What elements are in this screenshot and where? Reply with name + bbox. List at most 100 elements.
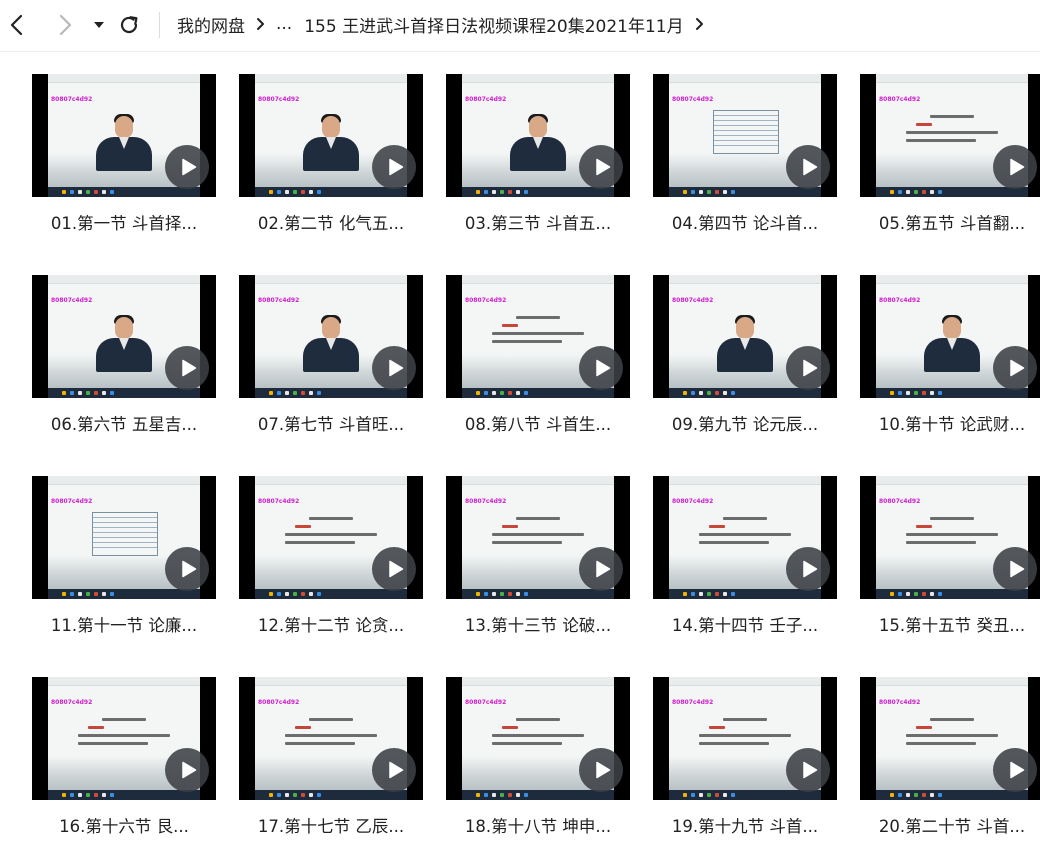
video-title[interactable]: 13.第十三节 论破... <box>446 612 630 636</box>
watermark-text: 80807c4d92 <box>51 297 93 304</box>
watermark-text: 80807c4d92 <box>672 96 714 103</box>
play-button[interactable] <box>579 145 623 189</box>
play-button[interactable] <box>786 547 830 591</box>
presenter <box>96 315 152 377</box>
video-title[interactable]: 14.第十四节 壬子... <box>653 612 837 636</box>
play-icon <box>389 560 404 578</box>
watermark-text: 80807c4d92 <box>672 498 714 505</box>
play-icon <box>1010 158 1025 176</box>
video-title[interactable]: 15.第十五节 癸丑... <box>860 612 1040 636</box>
video-title[interactable]: 08.第八节 斗首生... <box>446 411 630 435</box>
video-thumbnail[interactable]: 80807c4d92 <box>32 476 216 599</box>
breadcrumb-ellipsis[interactable]: ... <box>276 14 292 34</box>
video-title[interactable]: 16.第十六节 艮... <box>32 813 216 837</box>
video-thumbnail[interactable]: 80807c4d92 <box>446 476 630 599</box>
play-button[interactable] <box>993 748 1037 792</box>
video-thumbnail[interactable]: 80807c4d92 <box>860 74 1040 197</box>
video-title[interactable]: 20.第二十节 斗首... <box>860 813 1040 837</box>
play-icon <box>389 761 404 779</box>
watermark-text: 80807c4d92 <box>465 498 507 505</box>
play-button[interactable] <box>786 346 830 390</box>
video-thumbnail[interactable]: 80807c4d92 <box>239 74 423 197</box>
video-thumbnail[interactable]: 80807c4d92 <box>446 677 630 800</box>
presenter <box>96 114 152 176</box>
video-thumbnail[interactable]: 80807c4d92 <box>32 275 216 398</box>
video-title[interactable]: 12.第十二节 论贪... <box>239 612 423 636</box>
video-title[interactable]: 05.第五节 斗首翻... <box>860 210 1040 234</box>
play-icon <box>596 761 611 779</box>
toolbar-divider <box>159 12 160 38</box>
video-thumbnail[interactable]: 80807c4d92 <box>860 476 1040 599</box>
video-title[interactable]: 02.第二节 化气五... <box>239 210 423 234</box>
video-title[interactable]: 04.第四节 论斗首... <box>653 210 837 234</box>
breadcrumb-root[interactable]: 我的网盘 <box>177 12 245 37</box>
video-thumbnail[interactable]: 80807c4d92 <box>653 476 837 599</box>
video-thumbnail[interactable]: 80807c4d92 <box>446 275 630 398</box>
video-title[interactable]: 09.第九节 论元辰... <box>653 411 837 435</box>
play-icon <box>182 158 197 176</box>
play-button[interactable] <box>993 346 1037 390</box>
back-button[interactable] <box>0 8 34 42</box>
play-button[interactable] <box>372 346 416 390</box>
play-button[interactable] <box>579 547 623 591</box>
video-thumbnail[interactable]: 80807c4d92 <box>653 275 837 398</box>
play-button[interactable] <box>993 547 1037 591</box>
video-thumbnail[interactable]: 80807c4d92 <box>653 677 837 800</box>
dropdown-triangle-icon <box>94 22 104 28</box>
presenter <box>924 315 980 377</box>
video-thumbnail[interactable]: 80807c4d92 <box>239 275 423 398</box>
play-icon <box>803 359 818 377</box>
video-thumbnail[interactable]: 80807c4d92 <box>860 275 1040 398</box>
play-icon <box>389 158 404 176</box>
history-dropdown-button[interactable] <box>82 8 116 42</box>
watermark-text: 80807c4d92 <box>465 297 507 304</box>
play-button[interactable] <box>372 547 416 591</box>
video-title[interactable]: 19.第十九节 斗首... <box>653 813 837 837</box>
video-thumbnail[interactable]: 80807c4d92 <box>860 677 1040 800</box>
video-thumbnail[interactable]: 80807c4d92 <box>32 74 216 197</box>
video-title[interactable]: 10.第十节 论武财... <box>860 411 1040 435</box>
back-arrow-icon <box>10 14 23 36</box>
forward-button[interactable] <box>48 8 82 42</box>
watermark-text: 80807c4d92 <box>51 498 93 505</box>
watermark-text: 80807c4d92 <box>465 699 507 706</box>
video-title[interactable]: 17.第十七节 乙辰... <box>239 813 423 837</box>
refresh-button[interactable] <box>112 8 146 42</box>
play-button[interactable] <box>786 748 830 792</box>
play-icon <box>1010 560 1025 578</box>
play-icon <box>182 359 197 377</box>
video-title[interactable]: 18.第十八节 坤申... <box>446 813 630 837</box>
play-button[interactable] <box>165 748 209 792</box>
play-button[interactable] <box>579 748 623 792</box>
video-title[interactable]: 01.第一节 斗首择... <box>32 210 216 234</box>
video-title[interactable]: 03.第三节 斗首五... <box>446 210 630 234</box>
watermark-text: 80807c4d92 <box>879 297 921 304</box>
play-button[interactable] <box>165 145 209 189</box>
play-icon <box>182 761 197 779</box>
chevron-right-icon[interactable] <box>695 17 704 31</box>
play-button[interactable] <box>165 346 209 390</box>
play-button[interactable] <box>372 145 416 189</box>
presenter <box>510 114 566 176</box>
video-title[interactable]: 11.第十一节 论廉... <box>32 612 216 636</box>
video-thumbnail[interactable]: 80807c4d92 <box>653 74 837 197</box>
presenter <box>303 315 359 377</box>
watermark-text: 80807c4d92 <box>879 96 921 103</box>
play-button[interactable] <box>993 145 1037 189</box>
video-title[interactable]: 06.第六节 五星吉... <box>32 411 216 435</box>
video-title[interactable]: 07.第七节 斗首旺... <box>239 411 423 435</box>
play-button[interactable] <box>372 748 416 792</box>
breadcrumb-current-folder[interactable]: 155 王进武斗首择日法视频课程20集2021年11月 <box>304 12 683 37</box>
play-button[interactable] <box>579 346 623 390</box>
play-icon <box>803 560 818 578</box>
video-thumbnail[interactable]: 80807c4d92 <box>32 677 216 800</box>
watermark-text: 80807c4d92 <box>879 699 921 706</box>
play-icon <box>596 158 611 176</box>
video-thumbnail[interactable]: 80807c4d92 <box>239 677 423 800</box>
video-thumbnail[interactable]: 80807c4d92 <box>446 74 630 197</box>
play-button[interactable] <box>786 145 830 189</box>
video-thumbnail[interactable]: 80807c4d92 <box>239 476 423 599</box>
play-button[interactable] <box>165 547 209 591</box>
play-icon <box>596 359 611 377</box>
play-icon <box>803 761 818 779</box>
